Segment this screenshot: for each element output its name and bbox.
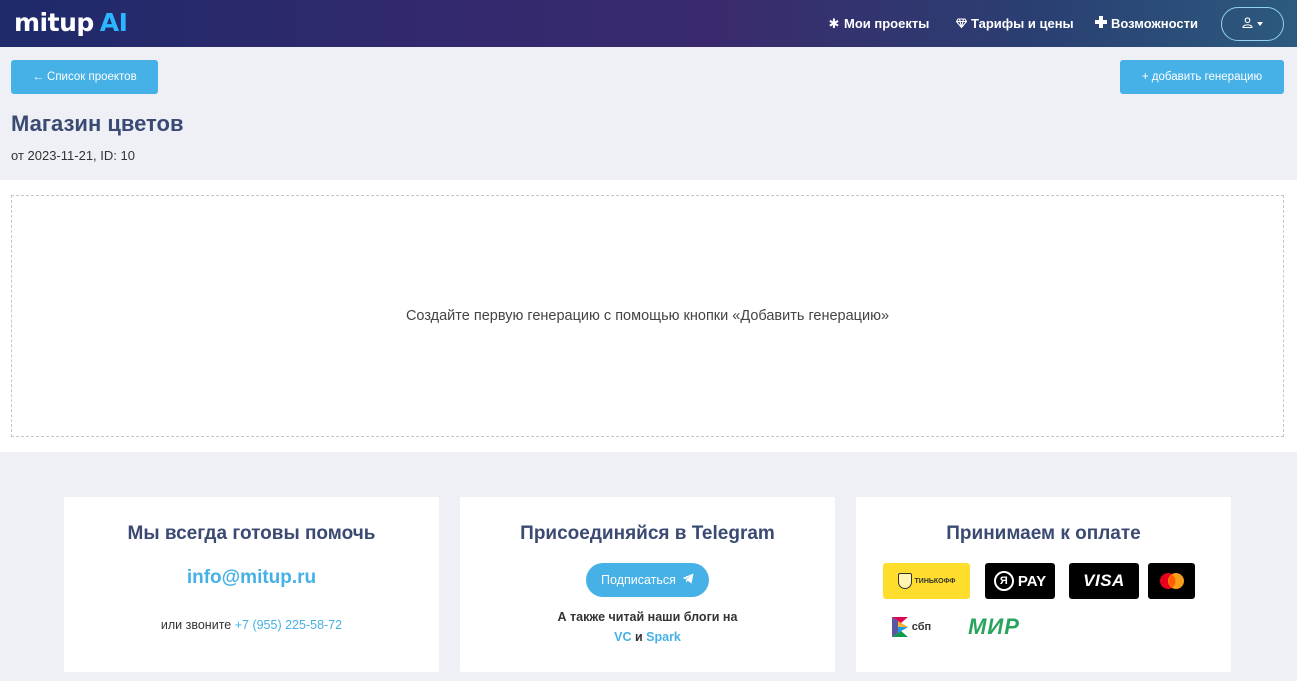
phone-prefix: или звоните [160,618,232,632]
sbp-icon [891,617,908,637]
sbp-logo: сбп [887,612,935,642]
blogs-block: А также читай наши блоги на VC и Spark [460,607,835,647]
phone-link[interactable]: +7 (955) 225-58-72 [235,618,342,632]
subscribe-label: Подписаться [601,573,676,587]
yandex-pay-text: PAY [1017,572,1047,590]
tinkoff-text: ТИНЬКОФФ [914,577,956,585]
tinkoff-shield-icon [897,573,912,589]
user-menu-button[interactable] [1221,7,1284,41]
empty-state-text: Создайте первую генерацию с помощью кноп… [405,308,890,324]
nav-features[interactable]: Возможности [1095,14,1198,34]
blogs-and: и [634,630,643,644]
logo[interactable]: mitup AI [14,8,128,38]
nav-my-projects-label: Мои проекты [844,16,930,31]
payment-title: Принимаем к оплате [946,523,1141,544]
telegram-title: Присоединяйся в Telegram [520,523,775,544]
nav-features-label: Возможности [1111,16,1198,31]
support-card: Мы всегда готовы помочь info@mitup.ru ил… [64,497,439,672]
spark-link[interactable]: Spark [646,630,681,644]
chevron-down-icon [1257,22,1263,26]
vc-link[interactable]: VC [614,630,631,644]
tinkoff-logo: ТИНЬКОФФ [883,563,970,599]
back-to-projects-button[interactable]: ← Список проектов [11,60,158,94]
telegram-card: Присоединяйся в Telegram Подписаться А т… [460,497,835,672]
payment-card: Принимаем к оплате ТИНЬКОФФ Я PAY VISA с… [856,497,1231,672]
user-icon [1242,15,1253,33]
blogs-text: А также читай наши блоги на [557,610,738,624]
yandex-circle-icon: Я [993,571,1014,591]
phone-line: или звоните +7 (955) 225-58-72 [64,618,439,632]
mastercard-logo [1148,563,1195,599]
support-title: Мы всегда готовы помочь [127,523,376,544]
nav-pricing[interactable]: Тарифы и цены [955,14,1074,34]
top-navbar: mitup AI ✱ Мои проекты Тарифы и цены Возм… [0,0,1297,47]
add-generation-button[interactable]: + добавить генерацию [1120,60,1284,94]
nav-my-projects[interactable]: ✱ Мои проекты [828,14,930,34]
nav-pricing-label: Тарифы и цены [971,16,1074,31]
subscribe-button[interactable]: Подписаться [586,563,709,597]
diamond-icon [955,14,967,34]
sbp-text: сбп [911,621,932,633]
plus-cross-icon [1095,14,1107,34]
project-meta: от 2023-11-21, ID: 10 [11,148,135,163]
yandex-pay-logo: Я PAY [985,563,1055,599]
mir-logo: МИР [968,614,1020,639]
visa-logo: VISA [1069,563,1139,599]
mastercard-circles-icon [1159,573,1184,589]
logo-main-text: mitup [14,8,94,37]
support-email-link[interactable]: info@mitup.ru [64,567,439,589]
telegram-icon [682,573,694,587]
asterisk-icon: ✱ [828,16,840,31]
empty-generations-placeholder: Создайте первую генерацию с помощью кноп… [11,195,1284,437]
page-title: Магазин цветов [11,111,184,136]
logo-ai-text: AI [99,8,128,37]
